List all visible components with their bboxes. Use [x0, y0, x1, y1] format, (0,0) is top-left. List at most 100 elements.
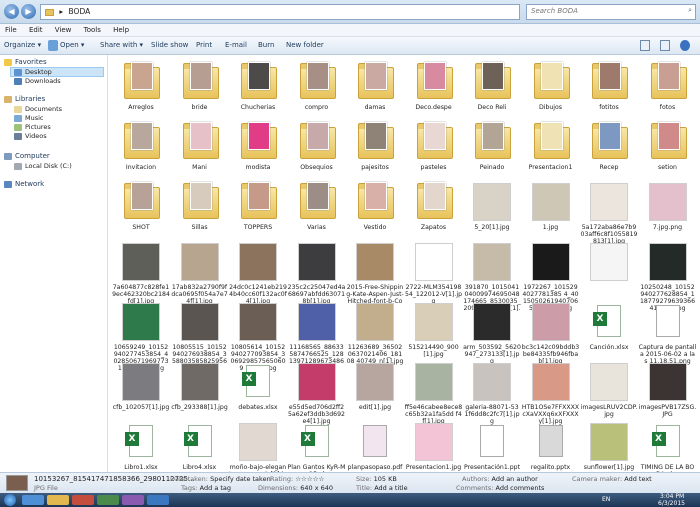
file-item[interactable]: debates.xlsx: [229, 357, 287, 419]
print-button[interactable]: Print: [196, 41, 212, 49]
folder-item[interactable]: Peinado: [463, 117, 521, 179]
file-item[interactable]: e55d5ed706d2ff25a62ef3ddb3d692e4[1].jpg: [288, 357, 346, 425]
file-item[interactable]: galeria-88071-53 1f6dd8c2fc7[1].jpg: [463, 357, 521, 425]
folder-item[interactable]: fotitos: [580, 57, 638, 119]
address-input[interactable]: ▸ BODA: [40, 4, 520, 20]
folder-item[interactable]: Sillas: [171, 177, 229, 239]
back-icon[interactable]: ◀: [4, 4, 19, 19]
taskbar-app2-icon[interactable]: [97, 495, 119, 505]
menu-tools[interactable]: Tools: [79, 24, 106, 36]
favorites-header[interactable]: Favorites: [4, 58, 47, 66]
forward-icon[interactable]: ▶: [21, 4, 36, 19]
file-item[interactable]: 24dc0c1241eb2194b40cc60f132ac0f4[1].jpg: [229, 237, 287, 305]
folder-item[interactable]: Zapatos: [405, 177, 463, 239]
file-item[interactable]: 10805614_10152940277093854_3069298575650…: [229, 297, 287, 372]
email-button[interactable]: E-mail: [225, 41, 247, 49]
libraries-header[interactable]: Libraries: [4, 95, 45, 103]
taskbar-explorer-icon[interactable]: [47, 495, 69, 505]
file-item[interactable]: planpasopaso.pdf: [346, 417, 404, 472]
file-item[interactable]: 7.jpg.png: [639, 177, 697, 239]
file-item[interactable]: 11168565_886335874766525_128139712896734…: [288, 297, 346, 372]
camera-maker-value[interactable]: Add text: [624, 475, 651, 483]
menu-file[interactable]: File: [0, 24, 22, 36]
file-item[interactable]: moño-bajo-elegante-para-novia[1].jpg: [229, 417, 287, 472]
authors-value[interactable]: Add an author: [492, 475, 538, 483]
folder-item[interactable]: Arreglos: [112, 57, 170, 119]
file-item[interactable]: HTB1OSe7FFXXXXcXaVXXq6xXFXXXy[1].jpg: [522, 357, 580, 425]
folder-item[interactable]: Dibujos: [522, 57, 580, 119]
file-item[interactable]: imagesLRUV2CDP.jpg: [580, 357, 638, 419]
organize-button[interactable]: Organize ▾: [4, 41, 41, 49]
file-item[interactable]: 11263689_365020637021406_18108 40749_n[1…: [346, 297, 404, 365]
network-header[interactable]: Network: [4, 180, 44, 188]
search-input[interactable]: Search BODA ⌕: [526, 4, 696, 20]
file-item[interactable]: 2015-Free-Shipping-Kate-Aspen-Just-Hitch…: [346, 237, 404, 312]
file-item[interactable]: sunflower[1].jpg: [580, 417, 638, 472]
nav-music[interactable]: Music: [14, 114, 44, 122]
file-item[interactable]: 17ab832a2790f9fdca0695f054a7e74f[1].jpg: [171, 237, 229, 305]
breadcrumb-folder[interactable]: BODA: [69, 7, 91, 16]
tags-value[interactable]: Add a tag: [200, 484, 231, 492]
taskbar-app-icon[interactable]: [72, 495, 94, 505]
file-item[interactable]: 391870_101504104009974695048174665_85300…: [463, 237, 521, 319]
file-item[interactable]: TIMING DE LA BODA.xlsx: [639, 417, 697, 472]
folder-item[interactable]: compro: [288, 57, 346, 119]
file-item[interactable]: 5_20[1].jpg: [463, 177, 521, 239]
share-with-button[interactable]: Share with ▾: [100, 41, 143, 49]
file-item[interactable]: Libro4.xlsx: [171, 417, 229, 472]
taskbar-app4-icon[interactable]: [147, 495, 169, 505]
menu-help[interactable]: Help: [108, 24, 134, 36]
file-item[interactable]: Canción.xlsx: [580, 297, 638, 359]
folder-item[interactable]: damas: [346, 57, 404, 119]
nav-local-disk[interactable]: Local Disk (C:): [14, 162, 72, 170]
file-item[interactable]: Libro1.xlsx: [112, 417, 170, 472]
file-item[interactable]: bc3c142c09bddb3be84335fb946fbab[1].jpg: [522, 297, 580, 365]
clock-date[interactable]: 6/3/2015: [658, 500, 685, 507]
nav-pictures[interactable]: Pictures: [14, 123, 51, 131]
rating-stars[interactable]: ☆☆☆☆☆: [295, 475, 324, 483]
file-item[interactable]: cfb_293388[1].jpg: [171, 357, 229, 419]
view-options-icon[interactable]: [640, 40, 650, 51]
folder-item[interactable]: Recep: [580, 117, 638, 179]
menu-edit[interactable]: Edit: [24, 24, 48, 36]
file-item[interactable]: 515214490_900[1].jpg: [405, 297, 463, 359]
file-item[interactable]: 5a172aba86e7b903aff6c8f1055819813[1].jpg: [580, 177, 638, 245]
file-item[interactable]: [580, 237, 638, 299]
computer-header[interactable]: Computer: [4, 152, 50, 160]
file-item[interactable]: Plan Gantos KyR-May15.xlsx: [288, 417, 346, 472]
preview-pane-icon[interactable]: [660, 40, 670, 51]
file-item[interactable]: ff5e46cabee8ece8c65b32a1fa5dd f4f[1].jpg: [405, 357, 463, 425]
slide-show-button[interactable]: Slide show: [151, 41, 188, 49]
file-item[interactable]: 1.jpg: [522, 177, 580, 239]
folder-item[interactable]: Deco.despe: [405, 57, 463, 119]
folder-item[interactable]: bride: [171, 57, 229, 119]
folder-item[interactable]: Obsequios: [288, 117, 346, 179]
file-item[interactable]: 2722-MLM35419854_122012-V[1].jpg: [405, 237, 463, 305]
file-item[interactable]: imagesPVB17ZSG.JPG: [639, 357, 697, 419]
open-button[interactable]: Open ▾: [60, 41, 84, 49]
title-value[interactable]: Add a title: [374, 484, 407, 492]
folder-item[interactable]: modista: [229, 117, 287, 179]
folder-item[interactable]: Varias: [288, 177, 346, 239]
file-item[interactable]: 235c2c25047ed4a68697abfdd630718b[1].jpg: [288, 237, 346, 305]
taskbar-ie-icon[interactable]: [22, 495, 44, 505]
nav-documents[interactable]: Documents: [14, 105, 62, 113]
nav-videos[interactable]: Videos: [14, 132, 47, 140]
folder-item[interactable]: fotos: [639, 57, 697, 119]
file-item[interactable]: 1972267_1015294027781385 4_4015050261940…: [522, 237, 580, 312]
file-item[interactable]: Captura de pantalla 2015-06-02 a las 11.…: [639, 297, 697, 365]
file-item[interactable]: Presentacion1.jpg: [405, 417, 463, 472]
file-item[interactable]: 7a604877c828fe19ec462320bc2184fd[1].jpg: [112, 237, 170, 305]
file-item[interactable]: edit[1].jpg: [346, 357, 404, 419]
nav-desktop[interactable]: Desktop: [10, 67, 104, 77]
new-folder-button[interactable]: New folder: [286, 41, 324, 49]
file-item[interactable]: 10805515_10152940276938854_3588035858259…: [171, 297, 229, 372]
folder-item[interactable]: Chucherias: [229, 57, 287, 119]
start-button-icon[interactable]: [4, 494, 16, 506]
folder-item[interactable]: Presentacion1: [522, 117, 580, 179]
folder-item[interactable]: setion: [639, 117, 697, 179]
help-icon[interactable]: [680, 40, 690, 51]
nav-downloads[interactable]: Downloads: [14, 77, 61, 85]
folder-item[interactable]: pajesitos: [346, 117, 404, 179]
file-item[interactable]: 10659249_10152940277453854_4028506719697…: [112, 297, 170, 372]
